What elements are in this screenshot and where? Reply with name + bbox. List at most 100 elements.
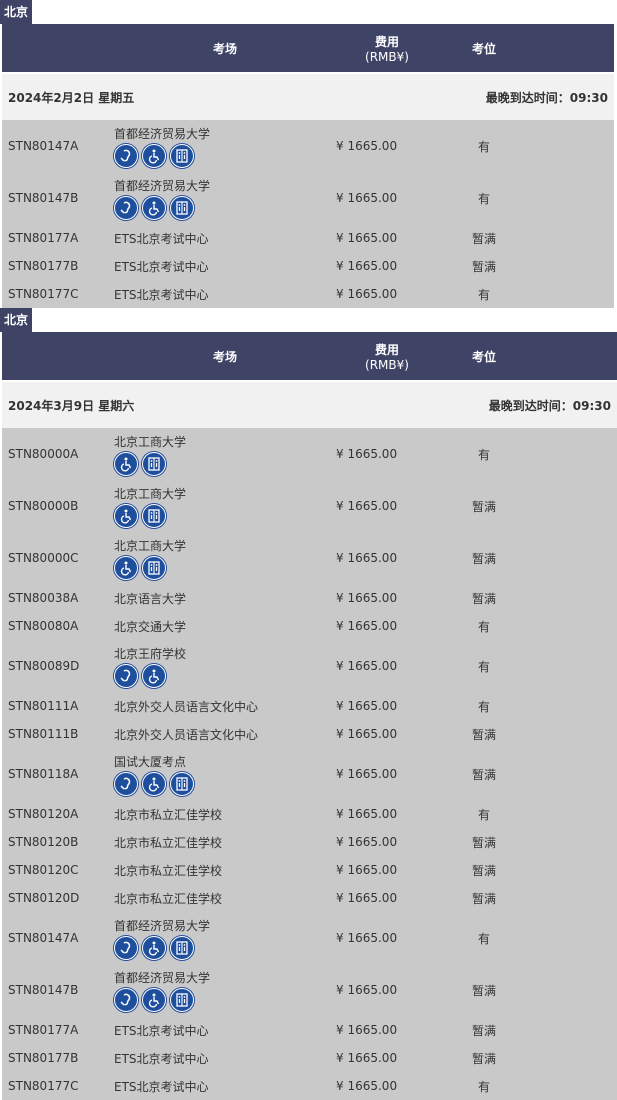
venue-cell: ETS北京考试中心: [114, 224, 336, 252]
table-row[interactable]: STN80147B 首都经济贸易大学 ¥ 1665.00 暂满: [2, 964, 617, 1016]
row-end: [530, 480, 617, 532]
table-row[interactable]: STN80000A 北京工商大学 ¥ 1665.00 有: [2, 428, 617, 480]
venue-name: 北京外交人员语言文化中心: [114, 727, 259, 742]
header-seat: 考位: [438, 24, 530, 73]
row-end: [530, 1044, 617, 1072]
header-blank: [2, 332, 114, 381]
ear-icon: [114, 987, 138, 1012]
center-code: STN80111B: [2, 720, 114, 748]
venue-name: 首都经济贸易大学: [114, 970, 211, 985]
row-end: [530, 1016, 617, 1044]
session-date: 2024年2月2日 星期五: [2, 73, 438, 120]
wheelchair-icon: [142, 663, 166, 688]
table-row[interactable]: STN80080A 北京交通大学 ¥ 1665.00 有: [2, 612, 617, 640]
seat-status: 有: [438, 280, 530, 308]
venue-name: ETS北京考试中心: [114, 259, 209, 274]
venue-cell: 首都经济贸易大学: [114, 964, 336, 1016]
city-block: 北京 考场 费用 (RMB¥) 考位 2024年3月9日 星期六 最晚到达时间：0…: [0, 308, 617, 1100]
center-code: STN80177A: [2, 1016, 114, 1044]
seat-status: 有: [438, 428, 530, 480]
center-code: STN80177C: [2, 1072, 114, 1100]
table-row[interactable]: STN80147A 首都经济贸易大学 ¥ 1665.00 有: [2, 120, 614, 172]
row-end: [530, 612, 617, 640]
seat-status: 暂满: [438, 856, 530, 884]
fee: ¥ 1665.00: [336, 480, 438, 532]
table-row[interactable]: STN80177C ETS北京考试中心 ¥ 1665.00 有: [2, 280, 614, 308]
elevator-icon: [170, 771, 194, 796]
table-row[interactable]: STN80111A 北京外交人员语言文化中心 ¥ 1665.00 有: [2, 692, 617, 720]
fee: ¥ 1665.00: [336, 692, 438, 720]
table-row[interactable]: STN80177B ETS北京考试中心 ¥ 1665.00 暂满: [2, 1044, 617, 1072]
center-code: STN80177A: [2, 224, 114, 252]
wheelchair-icon: [142, 987, 166, 1012]
wheelchair-icon: [114, 451, 138, 476]
fee: ¥ 1665.00: [336, 1016, 438, 1044]
venue-name: 北京市私立汇佳学校: [114, 863, 223, 878]
table-row[interactable]: STN80000C 北京工商大学 ¥ 1665.00 暂满: [2, 532, 617, 584]
seat-status: 暂满: [438, 720, 530, 748]
accessibility-icons: [114, 935, 336, 960]
table-row[interactable]: STN80147B 首都经济贸易大学 ¥ 1665.00 有: [2, 172, 614, 224]
accessibility-icons: [114, 987, 336, 1012]
table-row[interactable]: STN80120A 北京市私立汇佳学校 ¥ 1665.00 有: [2, 800, 617, 828]
table-row[interactable]: STN80118A 国试大厦考点 ¥ 1665.00 暂满: [2, 748, 617, 800]
accessibility-icons: [114, 663, 336, 688]
seat-status: 暂满: [438, 964, 530, 1016]
venue-cell: 国试大厦考点: [114, 748, 336, 800]
row-end: [530, 428, 617, 480]
seat-status: 有: [438, 800, 530, 828]
table-row[interactable]: STN80177A ETS北京考试中心 ¥ 1665.00 暂满: [2, 1016, 617, 1044]
venue-name: 首都经济贸易大学: [114, 126, 211, 141]
table-header: 考场 费用 (RMB¥) 考位: [2, 24, 614, 73]
row-end: [530, 224, 614, 252]
city-label: 北京: [0, 308, 33, 332]
table-row[interactable]: STN80120B 北京市私立汇佳学校 ¥ 1665.00 暂满: [2, 828, 617, 856]
table-row[interactable]: STN80177C ETS北京考试中心 ¥ 1665.00 有: [2, 1072, 617, 1100]
venue-name: ETS北京考试中心: [114, 231, 209, 246]
test-center-list: 北京 考场 费用 (RMB¥) 考位 2024年2月2日 星期五 最晚到达时间：0…: [0, 0, 617, 1100]
row-end: [530, 252, 614, 280]
table-row[interactable]: STN80120C 北京市私立汇佳学校 ¥ 1665.00 暂满: [2, 856, 617, 884]
fee: ¥ 1665.00: [336, 748, 438, 800]
table-row[interactable]: STN80089D 北京王府学校 ¥ 1665.00 有: [2, 640, 617, 692]
center-code: STN80177B: [2, 252, 114, 280]
wheelchair-icon: [142, 771, 166, 796]
seat-status: 有: [438, 120, 530, 172]
table-row[interactable]: STN80177B ETS北京考试中心 ¥ 1665.00 暂满: [2, 252, 614, 280]
date-row: 2024年2月2日 星期五 最晚到达时间：09:30: [2, 73, 614, 120]
fee: ¥ 1665.00: [336, 884, 438, 912]
fee: ¥ 1665.00: [336, 612, 438, 640]
table-row[interactable]: STN80038A 北京语言大学 ¥ 1665.00 暂满: [2, 584, 617, 612]
seat-status: 有: [438, 912, 530, 964]
venue-cell: 北京外交人员语言文化中心: [114, 720, 336, 748]
seat-status: 暂满: [438, 748, 530, 800]
fee: ¥ 1665.00: [336, 252, 438, 280]
venue-cell: 北京市私立汇佳学校: [114, 884, 336, 912]
row-end: [530, 120, 614, 172]
table-row[interactable]: STN80000B 北京工商大学 ¥ 1665.00 暂满: [2, 480, 617, 532]
table-row[interactable]: STN80111B 北京外交人员语言文化中心 ¥ 1665.00 暂满: [2, 720, 617, 748]
fee: ¥ 1665.00: [336, 856, 438, 884]
table-row[interactable]: STN80147A 首都经济贸易大学 ¥ 1665.00 有: [2, 912, 617, 964]
venue-name: 北京市私立汇佳学校: [114, 835, 223, 850]
seat-status: 暂满: [438, 584, 530, 612]
fee: ¥ 1665.00: [336, 120, 438, 172]
ear-icon: [114, 771, 138, 796]
center-code: STN80000A: [2, 428, 114, 480]
venue-name: 国试大厦考点: [114, 754, 187, 769]
fee: ¥ 1665.00: [336, 172, 438, 224]
seat-status: 暂满: [438, 480, 530, 532]
center-code: STN80111A: [2, 692, 114, 720]
table-row[interactable]: STN80120D 北京市私立汇佳学校 ¥ 1665.00 暂满: [2, 884, 617, 912]
header-fee: 费用 (RMB¥): [336, 24, 438, 73]
center-code: STN80120B: [2, 828, 114, 856]
fee: ¥ 1665.00: [336, 912, 438, 964]
venue-cell: 北京市私立汇佳学校: [114, 828, 336, 856]
wheelchair-icon: [142, 195, 166, 220]
wheelchair-icon: [114, 555, 138, 580]
wheelchair-icon: [142, 143, 166, 168]
header-blank-end: [530, 24, 614, 73]
table-row[interactable]: STN80177A ETS北京考试中心 ¥ 1665.00 暂满: [2, 224, 614, 252]
fee: ¥ 1665.00: [336, 428, 438, 480]
latest-arrival-time: 最晚到达时间：09:30: [438, 73, 614, 120]
